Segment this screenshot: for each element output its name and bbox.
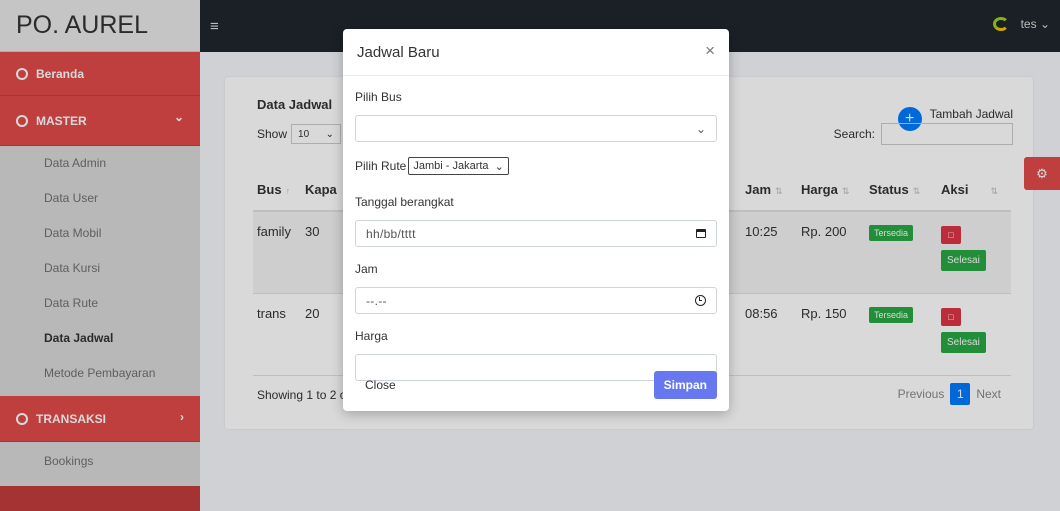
close-icon[interactable]: ×	[705, 41, 715, 61]
tanggal-input[interactable]: hh/bb/tttt	[355, 220, 717, 247]
tanggal-placeholder: hh/bb/tttt	[366, 226, 416, 241]
modal-footer: Close Simpan	[343, 359, 729, 411]
calendar-icon[interactable]	[696, 229, 706, 238]
rute-select[interactable]: Jambi - Jakarta ⌄	[408, 157, 509, 175]
harga-label: Harga	[355, 329, 388, 343]
jam-placeholder: --.--	[366, 293, 387, 308]
modal-title: Jadwal Baru	[357, 43, 440, 61]
bus-label: Pilih Bus	[355, 90, 402, 104]
clock-icon[interactable]	[695, 295, 706, 306]
bus-select[interactable]: ⌄	[355, 115, 717, 142]
chevron-down-icon: ⌄	[494, 160, 504, 173]
modal-body: Pilih Bus ⌄ Pilih Rute Jambi - Jakarta ⌄…	[343, 76, 729, 381]
save-button[interactable]: Simpan	[653, 371, 717, 399]
tanggal-label: Tanggal berangkat	[355, 195, 454, 209]
chevron-down-icon: ⌄	[695, 121, 706, 136]
rute-select-value: Jambi - Jakarta	[413, 160, 489, 172]
modal-header: Jadwal Baru ×	[343, 29, 729, 76]
rute-label: Pilih Rute	[355, 159, 407, 173]
rute-row: Pilih Rute Jambi - Jakarta ⌄	[355, 157, 717, 175]
jam-input[interactable]: --.--	[355, 287, 717, 314]
jadwal-baru-modal: Jadwal Baru × Pilih Bus ⌄ Pilih Rute Jam…	[343, 29, 729, 411]
close-button[interactable]: Close	[365, 378, 396, 392]
jam-label: Jam	[355, 262, 378, 276]
